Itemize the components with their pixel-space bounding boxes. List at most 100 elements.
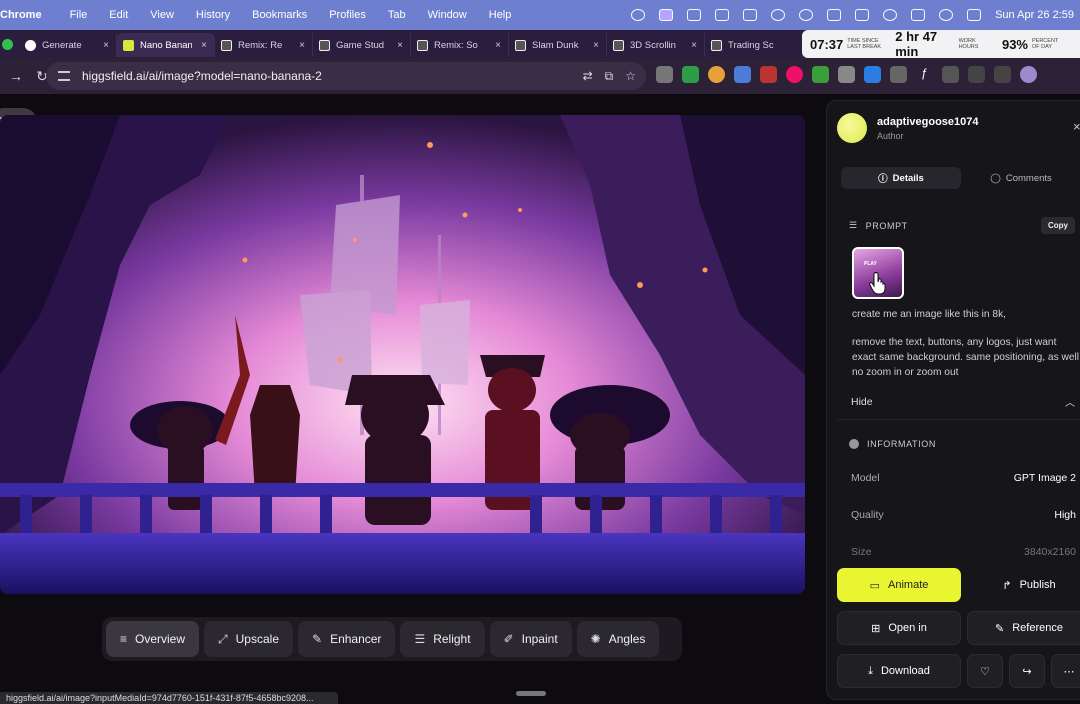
battery-icon[interactable]: [911, 9, 926, 21]
author-block[interactable]: adaptivegoose1074 Author: [837, 113, 979, 143]
tab-label: Trading Sc: [728, 39, 774, 51]
more-options-button[interactable]: ⋯: [1051, 654, 1080, 688]
avatar[interactable]: [837, 113, 867, 143]
tab-nano-banana[interactable]: Nano Banana ×: [117, 33, 215, 57]
tool-label: Inpaint: [521, 632, 558, 646]
stat-since-break: 07:37 TIME SINCE LAST BREAK: [810, 37, 881, 52]
profile-avatar-icon[interactable]: [1020, 66, 1037, 83]
url-field[interactable]: higgsfield.ai/ai/image?model=nano-banana…: [46, 62, 646, 90]
like-button[interactable]: ♡: [967, 654, 1003, 688]
drag-handle[interactable]: [516, 691, 546, 696]
upscale-icon: ⤢: [218, 631, 228, 646]
menu-tab[interactable]: Tab: [388, 9, 406, 21]
tool-label: Angles: [608, 632, 646, 646]
generated-image[interactable]: [0, 115, 805, 594]
button-label: Open in: [888, 622, 927, 634]
animate-button[interactable]: ▭ Animate: [837, 568, 961, 602]
cube-extension-icon[interactable]: [734, 66, 751, 83]
menu-history[interactable]: History: [196, 9, 230, 21]
download-button[interactable]: ⤓ Download: [837, 654, 961, 688]
url-text[interactable]: higgsfield.ai/ai/image?model=nano-banana…: [82, 69, 322, 83]
menu-help[interactable]: Help: [489, 9, 512, 21]
tab-game-stud[interactable]: Game Stud ×: [313, 33, 411, 57]
camera-extension-icon[interactable]: [656, 66, 673, 83]
bookmark-star-icon[interactable]: ☆: [625, 69, 636, 84]
page-favicon-icon: [711, 39, 722, 51]
search-icon[interactable]: [939, 9, 954, 21]
reading-list-icon[interactable]: [994, 66, 1011, 83]
download-arrow-extension-icon[interactable]: [682, 66, 699, 83]
tab-remix-re[interactable]: Remix: Re ×: [215, 33, 313, 57]
grid-extension-icon[interactable]: [760, 66, 777, 83]
tab-comments[interactable]: ◯ Comments: [961, 167, 1080, 189]
open-in-button[interactable]: ⊞ Open in: [837, 611, 961, 645]
green-arrow-extension-icon[interactable]: [812, 66, 829, 83]
tab-generate[interactable]: Generate ×: [19, 33, 117, 57]
tab-close-icon[interactable]: ×: [103, 40, 109, 51]
puzzle-extension-icon[interactable]: [942, 66, 959, 83]
angles-button[interactable]: ✺ Angles: [576, 621, 660, 657]
overview-button[interactable]: ≡ Overview: [106, 621, 200, 657]
share-arrow-icon: ↱: [1002, 579, 1012, 592]
share-button[interactable]: ↪: [1009, 654, 1045, 688]
enhancer-button[interactable]: ✎ Enhancer: [298, 621, 396, 657]
close-icon[interactable]: ×: [1073, 119, 1080, 134]
stat-value: 07:37: [810, 36, 844, 52]
notion-icon[interactable]: [715, 9, 730, 21]
headphones-icon[interactable]: [799, 9, 814, 21]
divider: [837, 419, 1080, 420]
tool-label: Upscale: [235, 632, 279, 646]
gear-icon[interactable]: [687, 9, 702, 21]
install-icon[interactable]: ⧉: [605, 69, 614, 84]
site-settings-icon[interactable]: [58, 71, 70, 81]
menu-bookmarks[interactable]: Bookmarks: [252, 9, 307, 21]
record-icon[interactable]: [631, 9, 646, 21]
author-username[interactable]: adaptivegoose1074: [877, 116, 979, 128]
font-extension-icon[interactable]: ƒ: [916, 66, 933, 83]
menu-profiles[interactable]: Profiles: [329, 9, 366, 21]
menu-view[interactable]: View: [150, 9, 174, 21]
menu-file[interactable]: File: [70, 9, 88, 21]
puzzle-badge-extension-icon[interactable]: [838, 66, 855, 83]
menu-app-chrome[interactable]: Chrome: [0, 9, 42, 21]
reference-button[interactable]: ✎ Reference: [967, 611, 1080, 645]
tab-close-icon[interactable]: ×: [593, 40, 599, 51]
text-icon[interactable]: [827, 9, 842, 21]
wifi-icon[interactable]: [883, 9, 898, 21]
hide-prompt-toggle[interactable]: Hide: [851, 396, 873, 408]
color-extension-icon[interactable]: [708, 66, 725, 83]
ball-extension-icon[interactable]: [786, 66, 803, 83]
tab-close-icon[interactable]: ×: [201, 40, 207, 51]
screen-share-icon[interactable]: [659, 9, 674, 21]
tab-3d-scrolling[interactable]: 3D Scrollin ×: [607, 33, 705, 57]
stat-value: 2 hr 47 min: [895, 29, 938, 59]
upscale-button[interactable]: ⤢ Upscale: [204, 621, 293, 657]
chevron-up-icon[interactable]: ︿: [1065, 394, 1075, 409]
control-center-icon[interactable]: [967, 9, 982, 21]
blue-download-extension-icon[interactable]: [864, 66, 881, 83]
tab-close-icon[interactable]: ×: [397, 40, 403, 51]
tab-close-icon[interactable]: ×: [691, 40, 697, 51]
window-zoom-button[interactable]: [2, 38, 13, 50]
publish-button[interactable]: ↱ Publish: [967, 568, 1080, 602]
downloads-icon[interactable]: [968, 66, 985, 83]
heart-icon: ♡: [980, 665, 990, 678]
copy-prompt-button[interactable]: Copy: [1041, 217, 1075, 234]
phone-icon[interactable]: [855, 9, 870, 21]
menu-window[interactable]: Window: [428, 9, 467, 21]
menu-clock[interactable]: Sun Apr 26 2:59: [995, 9, 1074, 21]
tab-close-icon[interactable]: ×: [299, 40, 305, 51]
inpaint-button[interactable]: ✐ Inpaint: [489, 621, 572, 657]
reeder-icon[interactable]: [743, 9, 758, 21]
tab-close-icon[interactable]: ×: [495, 40, 501, 51]
translate-icon[interactable]: ⇄: [583, 69, 593, 84]
tab-details[interactable]: ⓘ Details: [841, 167, 961, 189]
forward-arrow-icon[interactable]: →: [6, 68, 26, 84]
tab-trading-sc[interactable]: Trading Sc: [705, 33, 803, 57]
tab-slam-dunk[interactable]: Slam Dunk ×: [509, 33, 607, 57]
play-icon[interactable]: [771, 9, 786, 21]
relight-button[interactable]: ☰ Relight: [400, 621, 485, 657]
gray-extension-icon[interactable]: [890, 66, 907, 83]
tab-remix-so[interactable]: Remix: So ×: [411, 33, 509, 57]
menu-edit[interactable]: Edit: [109, 9, 128, 21]
